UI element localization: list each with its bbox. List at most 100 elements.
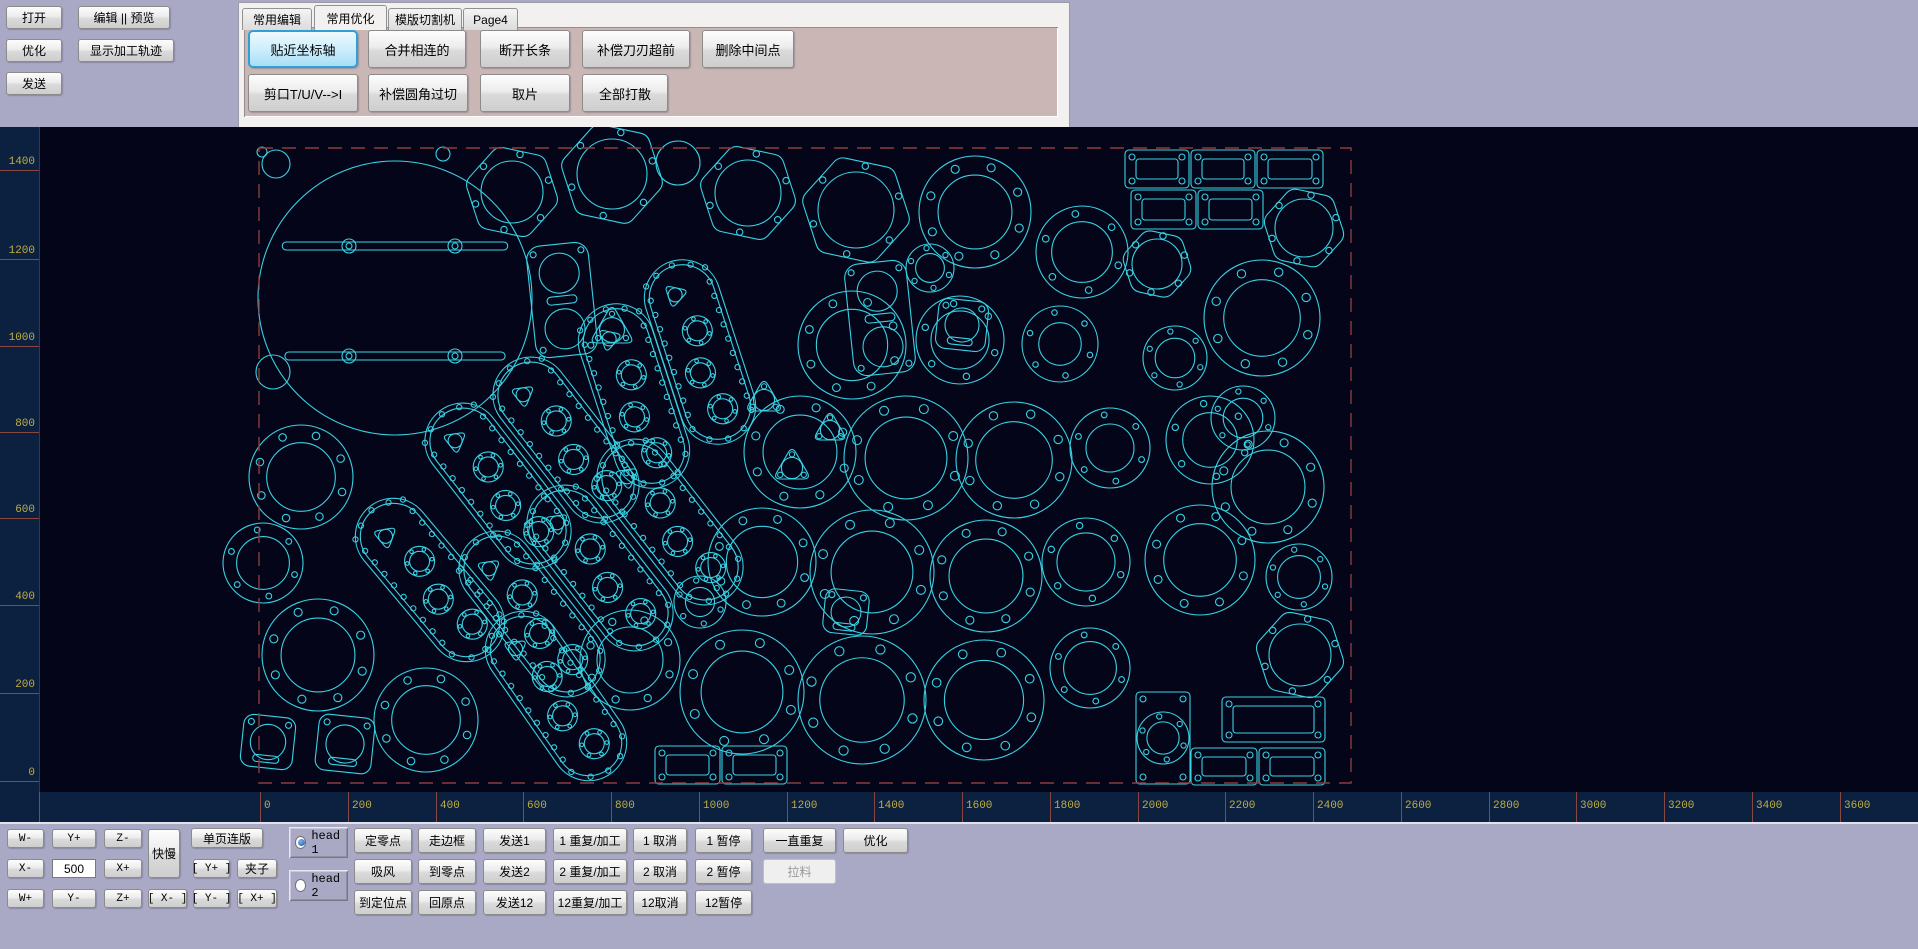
cancel-2-button[interactable]: 2 取消 [633,859,687,884]
ruler-tick [0,693,39,694]
take-piece-button[interactable]: 取片 [480,74,570,112]
open-button[interactable]: 打开 [6,6,62,29]
explode-all-button[interactable]: 全部打散 [582,74,668,112]
y-minus-jog-button[interactable]: Y- [52,889,96,908]
break-long-button[interactable]: 断开长条 [480,30,570,68]
pause-12-button[interactable]: 12暂停 [695,890,752,915]
ruler-tick [0,170,39,171]
to-zero-button[interactable]: 到零点 [418,859,476,884]
cad-drawing [0,127,1918,792]
jog-distance-input[interactable] [52,859,96,878]
ruler-label-x-1000: 1000 [703,800,729,812]
walk-frame-button[interactable]: 走边框 [418,828,476,853]
suction-button[interactable]: 吸风 [354,859,412,884]
tab-page4[interactable]: Page4 [463,8,518,30]
head-2-radio-label: head 2 [311,872,348,900]
pause-1-button[interactable]: 1 暂停 [695,828,752,853]
clamp-y-minus-button[interactable]: [ Y- ] [193,889,230,908]
clamp-button[interactable]: 夹子 [237,859,277,878]
ruler-tick [260,792,261,822]
pull-material-button: 拉料 [763,859,836,884]
single-page-nesting-button[interactable]: 单页连版 [191,828,263,848]
ruler-label-y-200: 200 [15,679,35,691]
ruler-label-x-3200: 3200 [1668,800,1694,812]
ruler-tick [348,792,349,822]
optimize-bottom-button[interactable]: 优化 [843,828,908,853]
head-1-radio-circle[interactable] [295,836,306,849]
repeat-2-button[interactable]: 2 重复/加工 [553,859,627,884]
ruler-tick [611,792,612,822]
ruler-tick [1840,792,1841,822]
to-position-button[interactable]: 到定位点 [354,890,412,915]
tab-common-optimize[interactable]: 常用优化 [314,5,387,30]
cancel-12-button[interactable]: 12取消 [633,890,687,915]
cancel-1-button[interactable]: 1 取消 [633,828,687,853]
ruler-label-x-3000: 3000 [1580,800,1606,812]
clamp-x-minus-button[interactable]: [ X- ] [148,889,187,908]
head-2-radio[interactable]: head 2 [289,870,348,901]
compensate-fillet-overcut-button[interactable]: 补偿圆角过切 [368,74,468,112]
edit-preview-button[interactable]: 编辑 || 预览 [78,6,170,29]
ruler-tick [0,518,39,519]
ruler-tick [1313,792,1314,822]
delete-midpoints-button[interactable]: 删除中间点 [702,30,794,68]
send-button[interactable]: 发送 [6,72,62,95]
ruler-label-y-800: 800 [15,418,35,430]
ruler-label-y-600: 600 [15,504,35,516]
w-minus-jog-button[interactable]: W- [7,829,44,848]
ruler-label-x-3400: 3400 [1756,800,1782,812]
ruler-tick [523,792,524,822]
repeat-12-button[interactable]: 12重复/加工 [553,890,627,915]
optimize-button[interactable]: 优化 [6,39,62,62]
set-zero-button[interactable]: 定零点 [354,828,412,853]
always-repeat-button[interactable]: 一直重复 [763,828,836,853]
head-2-radio-circle[interactable] [295,879,306,892]
x-minus-jog-button[interactable]: X- [7,859,44,878]
snap-axis-button[interactable]: 贴近坐标轴 [248,30,358,68]
home-button[interactable]: 回原点 [418,890,476,915]
ruler-label-x-800: 800 [615,800,635,812]
y-plus-jog-button[interactable]: Y+ [52,829,96,848]
ruler-tick [0,605,39,606]
vertical-ruler-strip: 1400120010008006004002000 [0,127,40,792]
tab-template-cutter[interactable]: 模版切割机 [388,8,462,30]
pause-2-button[interactable]: 2 暂停 [695,859,752,884]
send-12-button[interactable]: 发送12 [483,890,546,915]
ruler-tick [1752,792,1753,822]
clamp-x-plus-button[interactable]: [ X+ ] [237,889,277,908]
ruler-tick [1225,792,1226,822]
repeat-1-button[interactable]: 1 重复/加工 [553,828,627,853]
ruler-label-x-200: 200 [352,800,372,812]
ruler-tick [962,792,963,822]
ruler-label-y-400: 400 [15,591,35,603]
ruler-label-x-1400: 1400 [878,800,904,812]
ruler-label-x-400: 400 [440,800,460,812]
ruler-label-x-600: 600 [527,800,547,812]
ruler-label-y-1400: 1400 [9,156,35,168]
head-1-radio-label: head 1 [311,829,348,857]
app-window: 打开编辑 || 预览优化显示加工轨迹发送常用编辑常用优化模版切割机Page4贴近… [0,0,1918,949]
z-plus-jog-button[interactable]: Z+ [104,889,142,908]
cut-tuv-to-i-button[interactable]: 剪口T/U/V-->I [248,74,358,112]
send-1-button[interactable]: 发送1 [483,828,546,853]
w-plus-jog-button[interactable]: W+ [7,889,44,908]
show-toolpath-button[interactable]: 显示加工轨迹 [78,39,174,62]
head-1-radio[interactable]: head 1 [289,827,348,858]
x-plus-jog-button[interactable]: X+ [104,859,142,878]
ruler-label-y-0: 0 [28,767,35,779]
ruler-label-x-1600: 1600 [966,800,992,812]
ruler-label-x-3600: 3600 [1844,800,1870,812]
speed-toggle-button[interactable]: 快慢 [148,829,180,878]
ruler-tick [1401,792,1402,822]
machine-control-panel [0,824,1918,949]
ruler-tick [787,792,788,822]
clamp-y-plus-button[interactable]: [ Y+ ] [193,859,230,878]
ruler-label-x-2600: 2600 [1405,800,1431,812]
ruler-label-x-1200: 1200 [791,800,817,812]
send-2-button[interactable]: 发送2 [483,859,546,884]
merge-connected-button[interactable]: 合并相连的 [368,30,466,68]
compensate-blade-lead-button[interactable]: 补偿刀刃超前 [582,30,690,68]
tab-common-edit[interactable]: 常用编辑 [242,8,312,30]
ruler-label-x-2000: 2000 [1142,800,1168,812]
z-minus-jog-button[interactable]: Z- [104,829,142,848]
